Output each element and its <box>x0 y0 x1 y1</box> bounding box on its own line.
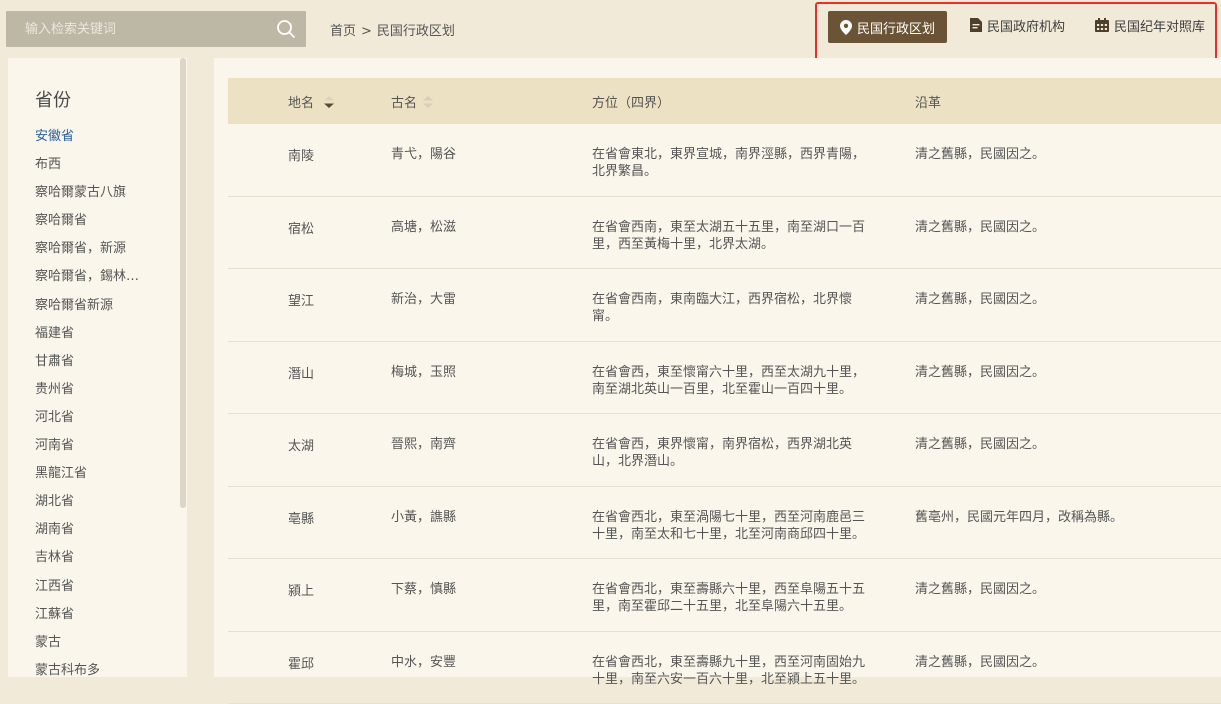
history-cell: 清之舊縣，民國因之。 <box>915 146 1215 163</box>
old-name-cell: 青弋，陽谷 <box>391 146 456 163</box>
table-row: 望江 新治，大雷 在省會西南，東南臨大江，西界宿松，北界懷甯。 清之舊縣，民國因之。 <box>228 269 1221 342</box>
old-name-cell: 晉熙，南齊 <box>391 436 456 453</box>
location-cell: 在省會西，東界懷甯，南界宿松，西界湖北英山，北界潛山。 <box>592 436 877 470</box>
table-row: 宿松 高塘，松滋 在省會西南，東至太湖五十五里，南至湖口一百里，西至黃梅十里，北界太… <box>228 197 1221 270</box>
nav-tab-label: 民国政府机构 <box>987 16 1065 35</box>
table-row: 南陵 青弋，陽谷 在省會東北，東界宣城，南界涇縣，西界青陽，北界繁昌。 清之舊縣，民國… <box>228 124 1221 197</box>
search-box[interactable] <box>6 11 306 47</box>
place-name-cell: 亳縣 <box>288 511 314 528</box>
column-header-label: 古名 <box>391 92 417 111</box>
sort-icon[interactable] <box>423 96 433 108</box>
breadcrumb: 首页 > 民国行政区划 <box>330 20 455 39</box>
sidebar-item-province[interactable]: 察哈爾省 <box>35 212 139 240</box>
location-cell: 在省會東北，東界宣城，南界涇縣，西界青陽，北界繁昌。 <box>592 146 877 180</box>
old-name-cell: 下蔡，慎縣 <box>391 581 456 598</box>
place-name-cell: 南陵 <box>288 148 314 165</box>
column-header-name[interactable]: 地名 <box>288 92 334 111</box>
location-cell: 在省會西北，東至渦陽七十里，西至河南鹿邑三十里，南至太和七十里，北至河南商邱四十… <box>592 509 877 543</box>
sidebar-item-province[interactable]: 吉林省 <box>35 549 139 577</box>
place-name-cell: 潛山 <box>288 366 314 383</box>
location-cell: 在省會西南，東至太湖五十五里，南至湖口一百里，西至黃梅十里，北界太湖。 <box>592 219 877 253</box>
search-icon[interactable] <box>276 19 296 39</box>
column-header-label: 地名 <box>288 92 314 111</box>
place-name-cell: 潁上 <box>288 583 314 600</box>
column-header-label: 方位（四界） <box>592 92 670 111</box>
table-header: 地名 古名 方位（四界） 沿革 <box>228 78 1221 124</box>
sidebar-item-province[interactable]: 布西 <box>35 156 139 184</box>
column-header-history: 沿革 <box>915 92 941 111</box>
column-header-label: 沿革 <box>915 92 941 111</box>
sidebar-item-province[interactable]: 察哈爾省，新源 <box>35 240 139 268</box>
location-cell: 在省會西南，東南臨大江，西界宿松，北界懷甯。 <box>592 291 877 325</box>
history-cell: 舊亳州，民國元年四月，改稱為縣。 <box>915 509 1215 526</box>
search-input[interactable] <box>6 11 266 47</box>
province-list: 安徽省布西察哈爾蒙古八旗察哈爾省察哈爾省，新源察哈爾省，錫林…察哈爾省新源福建省… <box>35 128 139 690</box>
sidebar-item-province[interactable]: 察哈爾蒙古八旗 <box>35 184 139 212</box>
old-name-cell: 小黃，譙縣 <box>391 509 456 526</box>
table-body: 南陵青弋，陽谷在省會東北，東界宣城，南界涇縣，西界青陽，北界繁昌。清之舊縣，民國… <box>228 124 1221 704</box>
table-row: 潛山 梅城，玉照 在省會西，東至懷甯六十里，西至太湖九十里，南至湖北英山一百里，北至… <box>228 342 1221 415</box>
old-name-cell: 梅城，玉照 <box>391 364 456 381</box>
sort-desc-icon[interactable] <box>324 96 334 108</box>
old-name-cell: 中水，安豐 <box>391 654 456 671</box>
sidebar-title: 省份 <box>35 86 71 112</box>
sidebar-item-province[interactable]: 蒙古 <box>35 634 139 662</box>
location-cell: 在省會西北，東至壽縣九十里，西至河南固始九十里，南至六安一百六十里，北至潁上五十… <box>592 654 877 688</box>
column-header-old-name[interactable]: 古名 <box>391 92 433 111</box>
table-row: 太湖 晉熙，南齊 在省會西，東界懷甯，南界宿松，西界湖北英山，北界潛山。 清之舊縣，民… <box>228 414 1221 487</box>
nav-tab-admin-divisions[interactable]: 民国行政区划 <box>828 11 947 43</box>
main-content: 地名 古名 方位（四界） 沿革 南陵 青弋，陽谷 在省會東北，東界宣城，南界涇縣，西… <box>214 58 1221 677</box>
table-row: 亳縣 小黃，譙縣 在省會西北，東至渦陽七十里，西至河南鹿邑三十里，南至太和七十里，北… <box>228 487 1221 560</box>
place-name-cell: 望江 <box>288 293 314 310</box>
sidebar-item-province[interactable]: 蒙古科布多 <box>35 662 139 690</box>
history-cell: 清之舊縣，民國因之。 <box>915 219 1215 236</box>
sidebar-item-province[interactable]: 河南省 <box>35 437 139 465</box>
old-name-cell: 新治，大雷 <box>391 291 456 308</box>
sidebar-item-province[interactable]: 湖北省 <box>35 493 139 521</box>
sidebar-item-province[interactable]: 贵州省 <box>35 381 139 409</box>
nav-tab-government-agencies[interactable]: 民国政府机构 <box>970 9 1065 41</box>
province-sidebar: 省份 安徽省布西察哈爾蒙古八旗察哈爾省察哈爾省，新源察哈爾省，錫林…察哈爾省新源… <box>8 58 187 677</box>
sidebar-item-province[interactable]: 江蘇省 <box>35 606 139 634</box>
map-pin-icon <box>840 20 852 35</box>
breadcrumb-home-link[interactable]: 首页 <box>330 20 356 39</box>
table-row: 潁上 下蔡，慎縣 在省會西北，東至壽縣六十里，西至阜陽五十五里，南至霍邱二十五里，北… <box>228 559 1221 632</box>
old-name-cell: 高塘，松滋 <box>391 219 456 236</box>
table-row: 霍邱 中水，安豐 在省會西北，東至壽縣九十里，西至河南固始九十里，南至六安一百六十里… <box>228 632 1221 704</box>
location-cell: 在省會西，東至懷甯六十里，西至太湖九十里，南至湖北英山一百里，北至霍山一百四十里… <box>592 364 877 398</box>
sidebar-item-province[interactable]: 黑龍江省 <box>35 465 139 493</box>
sidebar-item-province[interactable]: 福建省 <box>35 325 139 353</box>
history-cell: 清之舊縣，民國因之。 <box>915 581 1215 598</box>
sidebar-scrollbar[interactable] <box>180 58 186 508</box>
document-icon <box>970 18 982 32</box>
nav-tab-label: 民国行政区划 <box>857 18 935 37</box>
history-cell: 清之舊縣，民國因之。 <box>915 436 1215 453</box>
place-name-cell: 霍邱 <box>288 656 314 673</box>
calendar-icon <box>1095 18 1109 32</box>
sidebar-item-province[interactable]: 江西省 <box>35 578 139 606</box>
history-cell: 清之舊縣，民國因之。 <box>915 654 1215 671</box>
place-name-cell: 太湖 <box>288 438 314 455</box>
top-bar: 首页 > 民国行政区划 民国行政区划 民国政府机构 民国纪年对照库 <box>0 0 1221 58</box>
breadcrumb-current: 民国行政区划 <box>377 20 455 39</box>
column-header-location: 方位（四界） <box>592 92 670 111</box>
place-name-cell: 宿松 <box>288 221 314 238</box>
nav-tab-label: 民国纪年对照库 <box>1114 16 1205 35</box>
breadcrumb-separator: > <box>361 24 372 39</box>
sidebar-item-province[interactable]: 甘肅省 <box>35 353 139 381</box>
location-cell: 在省會西北，東至壽縣六十里，西至阜陽五十五里，南至霍邱二十五里，北至阜陽六十五里… <box>592 581 877 615</box>
sidebar-item-province[interactable]: 察哈爾省，錫林… <box>35 268 139 296</box>
nav-tab-calendar-reference[interactable]: 民国纪年对照库 <box>1095 9 1205 41</box>
sidebar-item-province[interactable]: 河北省 <box>35 409 139 437</box>
sidebar-item-province[interactable]: 察哈爾省新源 <box>35 297 139 325</box>
history-cell: 清之舊縣，民國因之。 <box>915 291 1215 308</box>
sidebar-item-province[interactable]: 湖南省 <box>35 521 139 549</box>
sidebar-item-province[interactable]: 安徽省 <box>35 128 139 156</box>
history-cell: 清之舊縣，民國因之。 <box>915 364 1215 381</box>
